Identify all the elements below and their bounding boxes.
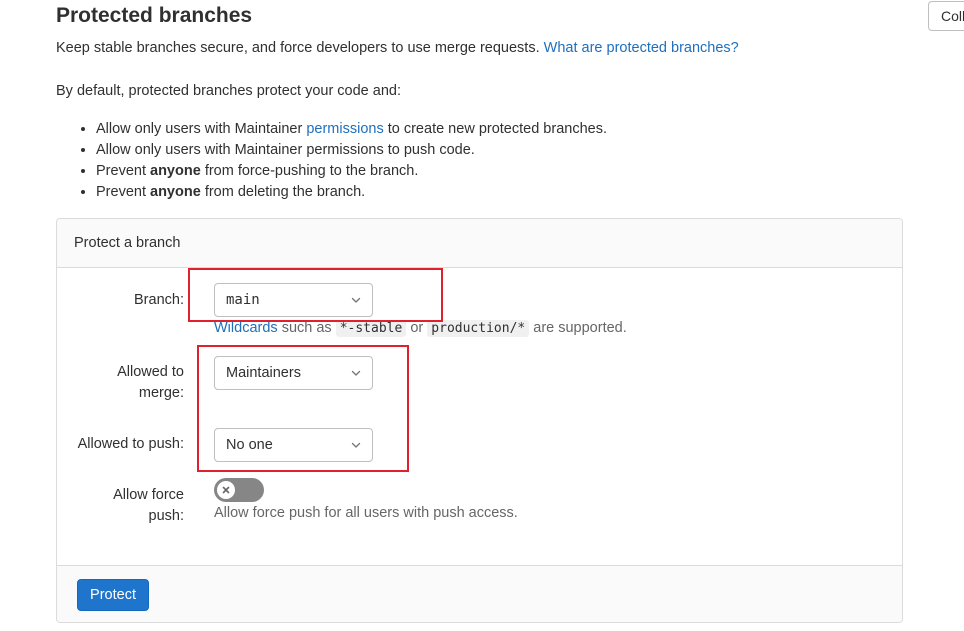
merge-label-line: merge: — [138, 385, 184, 401]
branch-label: Branch: — [134, 292, 184, 308]
default-rules-list: Allow only users with Maintainer permiss… — [80, 119, 607, 203]
chevron-down-icon — [351, 297, 361, 303]
push-dropdown-value: No one — [226, 437, 273, 453]
force-label-line: push: — [148, 508, 184, 524]
protect-branch-card: Protect a branch — [56, 218, 903, 623]
force-push-label: Allow force push: — [90, 485, 184, 527]
page-title: Protected branches — [56, 4, 253, 27]
rule-item: Allow only users with Maintainer permiss… — [96, 119, 607, 140]
merge-dropdown-value: Maintainers — [226, 365, 301, 381]
force-push-help: Allow force push for all users with push… — [214, 505, 518, 521]
help-text: are supported. — [533, 320, 627, 336]
permissions-link[interactable]: permissions — [306, 121, 383, 137]
protected-branches-help-link[interactable]: What are protected branches? — [544, 40, 739, 56]
rule-text: to create new protected branches. — [387, 121, 607, 137]
close-icon — [222, 486, 230, 494]
rule-emphasis: anyone — [150, 184, 201, 200]
wildcard-example: *-stable — [335, 320, 407, 337]
rule-item: Allow only users with Maintainer permiss… — [96, 140, 607, 161]
protected-branches-page: Protected branches Coll Keep stable bran… — [0, 0, 964, 631]
chevron-down-icon — [351, 370, 361, 376]
protect-button[interactable]: Protect — [77, 579, 149, 611]
allowed-to-merge-dropdown[interactable]: Maintainers — [214, 356, 373, 390]
intro-text: Keep stable branches secure, and force d… — [56, 40, 739, 56]
force-push-toggle[interactable] — [214, 478, 264, 502]
toggle-knob — [217, 481, 235, 499]
force-label-line: Allow force — [113, 487, 184, 503]
rule-text: from deleting the branch. — [204, 184, 366, 200]
allowed-to-push-dropdown[interactable]: No one — [214, 428, 373, 462]
chevron-down-icon — [351, 442, 361, 448]
rule-text: Prevent — [96, 184, 146, 200]
merge-label: Allowed to merge: — [90, 362, 184, 404]
rule-text: Prevent — [96, 163, 146, 179]
help-text: such as — [281, 320, 332, 336]
merge-label-line: Allowed to — [117, 364, 184, 380]
collapse-button[interactable]: Coll — [928, 1, 964, 31]
card-footer — [57, 565, 902, 622]
help-text: or — [410, 320, 424, 336]
rule-emphasis: anyone — [150, 163, 201, 179]
rule-item: Prevent anyone from deleting the branch. — [96, 182, 607, 203]
wildcard-example: production/* — [427, 320, 530, 337]
intro-description: Keep stable branches secure, and force d… — [56, 40, 540, 56]
defaults-lead: By default, protected branches protect y… — [56, 83, 401, 99]
branch-dropdown-value: main — [226, 292, 260, 308]
rule-text: Allow only users with Maintainer — [96, 121, 303, 137]
rule-text: from force-pushing to the branch. — [204, 163, 419, 179]
rule-item: Prevent anyone from force-pushing to the… — [96, 161, 607, 182]
branch-dropdown[interactable]: main — [214, 283, 373, 317]
wildcards-help: Wildcards such as *-stable or production… — [214, 320, 627, 337]
push-label: Allowed to push: — [77, 436, 184, 452]
wildcards-link[interactable]: Wildcards — [214, 320, 278, 336]
card-header: Protect a branch — [57, 219, 902, 268]
